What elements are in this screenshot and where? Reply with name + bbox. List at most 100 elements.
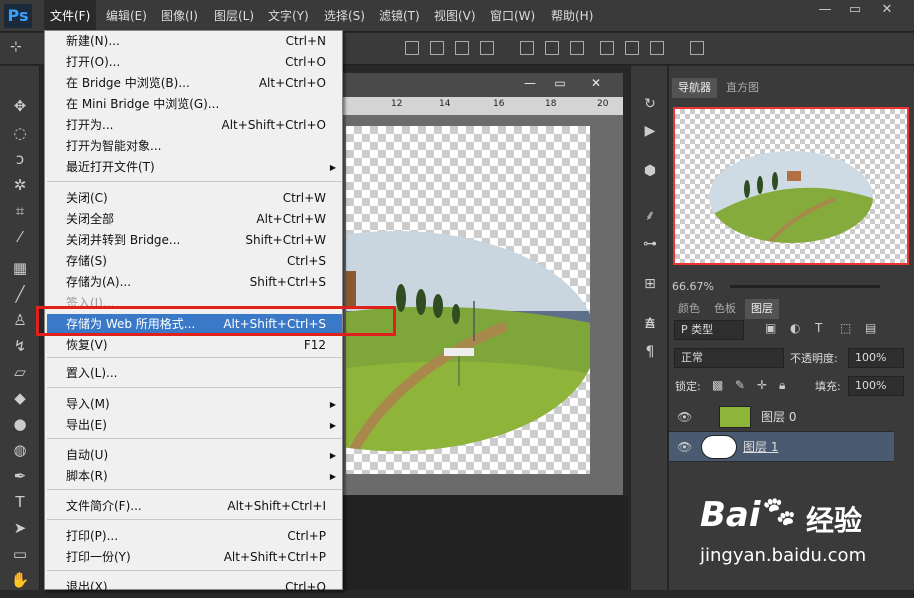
file-menu-item[interactable]: 存储(S) Ctrl+S <box>47 251 342 272</box>
brush-tool-icon[interactable]: ╱ <box>8 284 32 304</box>
distribute-hcenter-icon[interactable] <box>625 41 639 55</box>
document-canvas[interactable] <box>346 126 590 474</box>
crop-tool-icon[interactable]: ⌗ <box>8 201 32 221</box>
distribute-right-icon[interactable] <box>650 41 664 55</box>
filter-type-icon[interactable]: T <box>815 321 822 335</box>
file-menu-item[interactable]: 自动(U) ▶ <box>47 445 342 466</box>
distribute-bottom-icon[interactable] <box>570 41 584 55</box>
filter-pixel-icon[interactable]: ▣ <box>765 321 776 335</box>
magic-wand-icon[interactable]: ✲ <box>8 175 32 195</box>
distribute-top-icon[interactable] <box>520 41 534 55</box>
tab-histogram[interactable]: 直方图 <box>720 78 765 98</box>
tab-color[interactable]: 颜色 <box>672 299 706 319</box>
move-tool-icon[interactable]: ✥ <box>8 96 32 116</box>
tab-navigator[interactable]: 导航器 <box>672 78 717 98</box>
menu-5[interactable]: 选择(S) <box>318 0 371 32</box>
info-icon[interactable]: ⊞ <box>640 274 660 294</box>
menu-6[interactable]: 滤镜(T) <box>373 0 426 32</box>
align-left-icon[interactable] <box>480 41 494 55</box>
pen-tool-icon[interactable]: ✒ <box>8 466 32 486</box>
blur-tool-icon[interactable]: ● <box>8 414 32 434</box>
menu-1[interactable]: 编辑(E) <box>100 0 153 32</box>
lock-position-icon[interactable]: ✛ <box>757 378 767 392</box>
minimize-button[interactable]: — <box>810 0 840 20</box>
align-vcenter-icon[interactable] <box>430 41 444 55</box>
lock-pixels-icon[interactable]: ✎ <box>735 378 745 392</box>
lock-transparent-icon[interactable]: ▩ <box>712 378 723 392</box>
filter-shape-icon[interactable]: ⬚ <box>840 321 851 335</box>
actions-play-icon[interactable]: ▶ <box>640 121 660 141</box>
history-icon[interactable]: ↻ <box>640 94 660 114</box>
layer-name[interactable]: 图层 0 <box>761 402 796 432</box>
doc-restore-button[interactable]: ▭ <box>550 76 570 94</box>
menu-8[interactable]: 窗口(W) <box>484 0 541 32</box>
eyedropper-icon[interactable]: ⁄ <box>8 227 32 247</box>
stamp-tool-icon[interactable]: ♙ <box>8 310 32 330</box>
file-menu-item[interactable]: 打开(O)... Ctrl+O <box>47 52 342 73</box>
navigator-thumbnail[interactable] <box>673 107 909 265</box>
file-menu-item[interactable]: 打印一份(Y) Alt+Shift+Ctrl+P <box>47 547 342 568</box>
file-menu-item[interactable]: 打印(P)... Ctrl+P <box>47 526 342 547</box>
file-menu-item[interactable]: 关闭全部 Alt+Ctrl+W <box>47 209 342 230</box>
menu-0[interactable]: 文件(F) <box>44 0 97 32</box>
opacity-input[interactable]: 100% <box>848 348 904 368</box>
layer-name[interactable]: 图层 1 <box>743 432 778 462</box>
align-top-icon[interactable] <box>405 41 419 55</box>
character-icon[interactable]: A <box>640 314 660 334</box>
layer-row-selected[interactable]: 👁︎ 图层 1 <box>669 432 894 462</box>
restore-button[interactable]: ▭ <box>840 0 870 20</box>
history-brush-icon[interactable]: ↯ <box>8 336 32 356</box>
layer-filter-select[interactable]: P 类型 <box>674 320 744 340</box>
adjustments-icon[interactable]: ⊶ <box>640 234 660 254</box>
blend-mode-select[interactable]: 正常 <box>674 348 784 368</box>
auto-align-icon[interactable] <box>690 41 704 55</box>
zoom-level[interactable]: 66.67% <box>672 280 714 293</box>
brush-presets-icon[interactable]: ⸙ <box>640 206 660 226</box>
file-menu-item[interactable]: 导入(M) ▶ <box>47 394 342 415</box>
file-menu-item[interactable]: 脚本(R) ▶ <box>47 466 342 487</box>
healing-brush-icon[interactable]: ▦ <box>8 258 32 278</box>
paint-bucket-icon[interactable]: ◆ <box>8 388 32 408</box>
fill-input[interactable]: 100% <box>848 376 904 396</box>
filter-smart-icon[interactable]: ▤ <box>865 321 876 335</box>
file-menu-item[interactable]: 文件简介(F)... Alt+Shift+Ctrl+I <box>47 496 342 517</box>
file-menu-item[interactable]: 导出(E) ▶ <box>47 415 342 436</box>
menu-4[interactable]: 文字(Y) <box>262 0 315 32</box>
hand-tool-icon[interactable]: ✋ <box>8 570 32 590</box>
close-button[interactable]: ✕ <box>872 0 902 20</box>
file-menu-item[interactable]: 最近打开文件(T) ▶ <box>47 157 342 178</box>
lasso-tool-icon[interactable]: ↄ <box>8 149 32 169</box>
path-select-icon[interactable]: ➤ <box>8 518 32 538</box>
file-menu-item[interactable]: 打开为... Alt+Shift+Ctrl+O <box>47 115 342 136</box>
3d-icon[interactable]: ⬢ <box>640 161 660 181</box>
type-tool-icon[interactable]: T <box>8 492 32 512</box>
menu-9[interactable]: 帮助(H) <box>545 0 599 32</box>
doc-close-button[interactable]: ✕ <box>586 76 606 94</box>
filter-adjustment-icon[interactable]: ◐ <box>790 321 800 335</box>
doc-minimize-button[interactable]: — <box>520 76 540 94</box>
eye-icon[interactable]: 👁︎ <box>677 402 692 432</box>
file-menu-item[interactable]: 关闭并转到 Bridge... Shift+Ctrl+W <box>47 230 342 251</box>
tab-layers[interactable]: 图层 <box>745 299 779 319</box>
file-menu-item[interactable]: 关闭(C) Ctrl+W <box>47 188 342 209</box>
layer-row[interactable]: 👁︎ 图层 0 <box>669 402 894 432</box>
file-menu-item[interactable]: 新建(N)... Ctrl+N <box>47 31 342 52</box>
tab-swatches[interactable]: 色板 <box>708 299 742 319</box>
eye-icon[interactable]: 👁︎ <box>677 432 692 462</box>
menu-2[interactable]: 图像(I) <box>155 0 204 32</box>
lock-all-icon[interactable]: 🔒︎ <box>779 378 785 393</box>
distribute-left-icon[interactable] <box>600 41 614 55</box>
paragraph-icon[interactable]: ¶ <box>640 342 660 362</box>
file-menu-item[interactable]: 存储为(A)... Shift+Ctrl+S <box>47 272 342 293</box>
menu-7[interactable]: 视图(V) <box>428 0 482 32</box>
file-menu-item[interactable]: 在 Bridge 中浏览(B)... Alt+Ctrl+O <box>47 73 342 94</box>
file-menu-item[interactable]: 置入(L)... <box>47 363 342 384</box>
file-menu-item[interactable]: 打开为智能对象... <box>47 136 342 157</box>
marquee-tool-icon[interactable]: ◌ <box>8 123 32 143</box>
shape-tool-icon[interactable]: ▭ <box>8 544 32 564</box>
menu-3[interactable]: 图层(L) <box>208 0 260 32</box>
zoom-slider[interactable] <box>730 285 880 288</box>
file-menu-item[interactable]: 在 Mini Bridge 中浏览(G)... <box>47 94 342 115</box>
distribute-vcenter-icon[interactable] <box>545 41 559 55</box>
align-bottom-icon[interactable] <box>455 41 469 55</box>
